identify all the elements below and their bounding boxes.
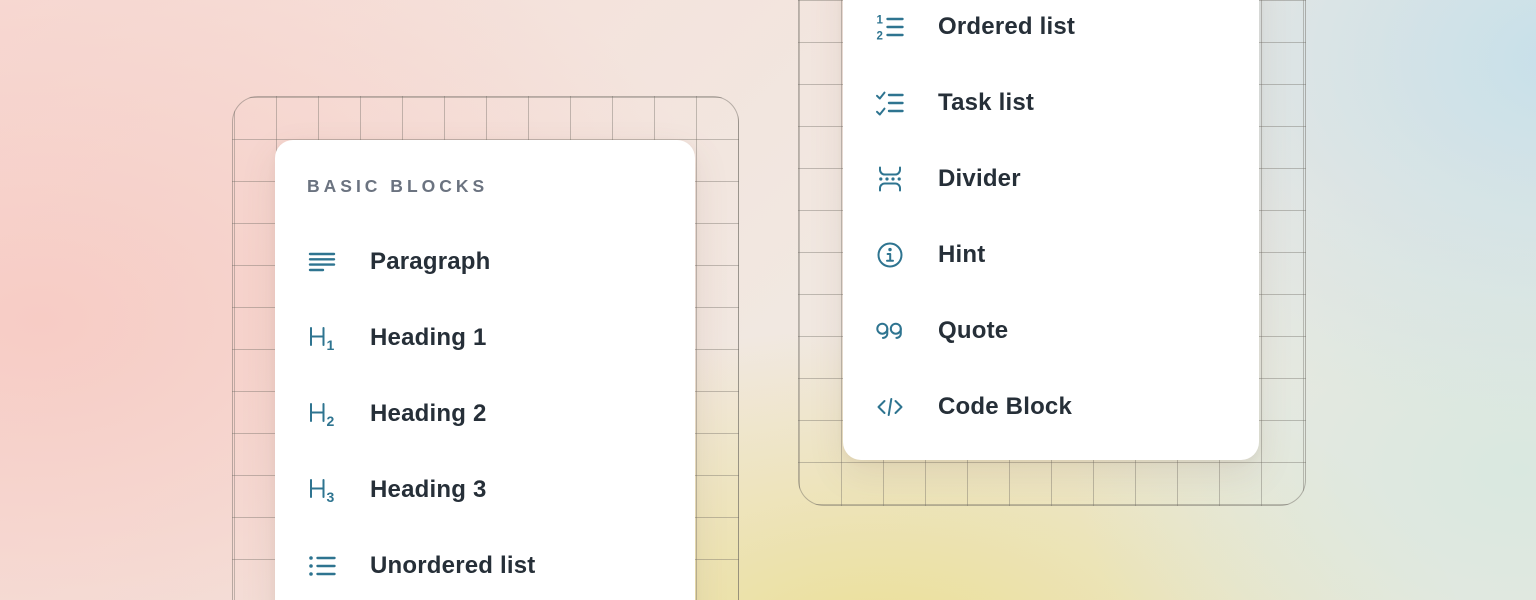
menu-item-quote[interactable]: Quote <box>875 293 1259 369</box>
basic-blocks-menu: BASIC BLOCKS Paragraph 1 Heading 1 <box>275 140 695 600</box>
menu-item-unordered-list[interactable]: Unordered list <box>307 528 695 600</box>
paragraph-icon <box>307 247 337 277</box>
menu-item-label: Heading 1 <box>370 324 487 352</box>
svg-text:1: 1 <box>877 15 884 27</box>
menu-item-task-list[interactable]: Task list <box>875 65 1259 141</box>
svg-text:3: 3 <box>327 489 335 505</box>
menu-item-label: Unordered list <box>370 552 536 580</box>
editor-blocks-illustration: BASIC BLOCKS Paragraph 1 Heading 1 <box>0 0 1536 600</box>
more-blocks-menu: 1 2 Ordered list Task list <box>843 0 1259 460</box>
menu-item-heading-3[interactable]: 3 Heading 3 <box>307 452 695 528</box>
hint-icon <box>875 240 905 270</box>
menu-item-heading-1[interactable]: 1 Heading 1 <box>307 300 695 376</box>
unordered-list-icon <box>307 551 337 581</box>
menu-item-label: Task list <box>938 89 1034 117</box>
menu-item-label: Paragraph <box>370 248 491 276</box>
menu-item-hint[interactable]: Hint <box>875 217 1259 293</box>
menu-item-label: Code Block <box>938 393 1072 421</box>
menu-item-label: Hint <box>938 241 985 269</box>
svg-text:2: 2 <box>327 413 335 429</box>
svg-text:1: 1 <box>327 337 335 353</box>
heading-3-icon: 3 <box>307 475 337 505</box>
menu-item-label: Heading 3 <box>370 476 487 504</box>
menu-item-label: Ordered list <box>938 13 1075 41</box>
menu-item-paragraph[interactable]: Paragraph <box>307 224 695 300</box>
heading-2-icon: 2 <box>307 399 337 429</box>
menu-section-title: BASIC BLOCKS <box>307 176 695 196</box>
heading-1-icon: 1 <box>307 323 337 353</box>
menu-item-code-block[interactable]: Code Block <box>875 369 1259 445</box>
divider-icon <box>875 164 905 194</box>
ordered-list-icon: 1 2 <box>875 12 905 42</box>
menu-item-heading-2[interactable]: 2 Heading 2 <box>307 376 695 452</box>
quote-icon <box>875 316 905 346</box>
code-block-icon <box>875 392 905 422</box>
menu-item-label: Quote <box>938 317 1008 345</box>
task-list-icon <box>875 88 905 118</box>
menu-item-ordered-list[interactable]: 1 2 Ordered list <box>875 0 1259 65</box>
menu-item-label: Divider <box>938 165 1021 193</box>
menu-item-divider[interactable]: Divider <box>875 141 1259 217</box>
menu-item-label: Heading 2 <box>370 400 487 428</box>
svg-text:2: 2 <box>877 31 883 43</box>
